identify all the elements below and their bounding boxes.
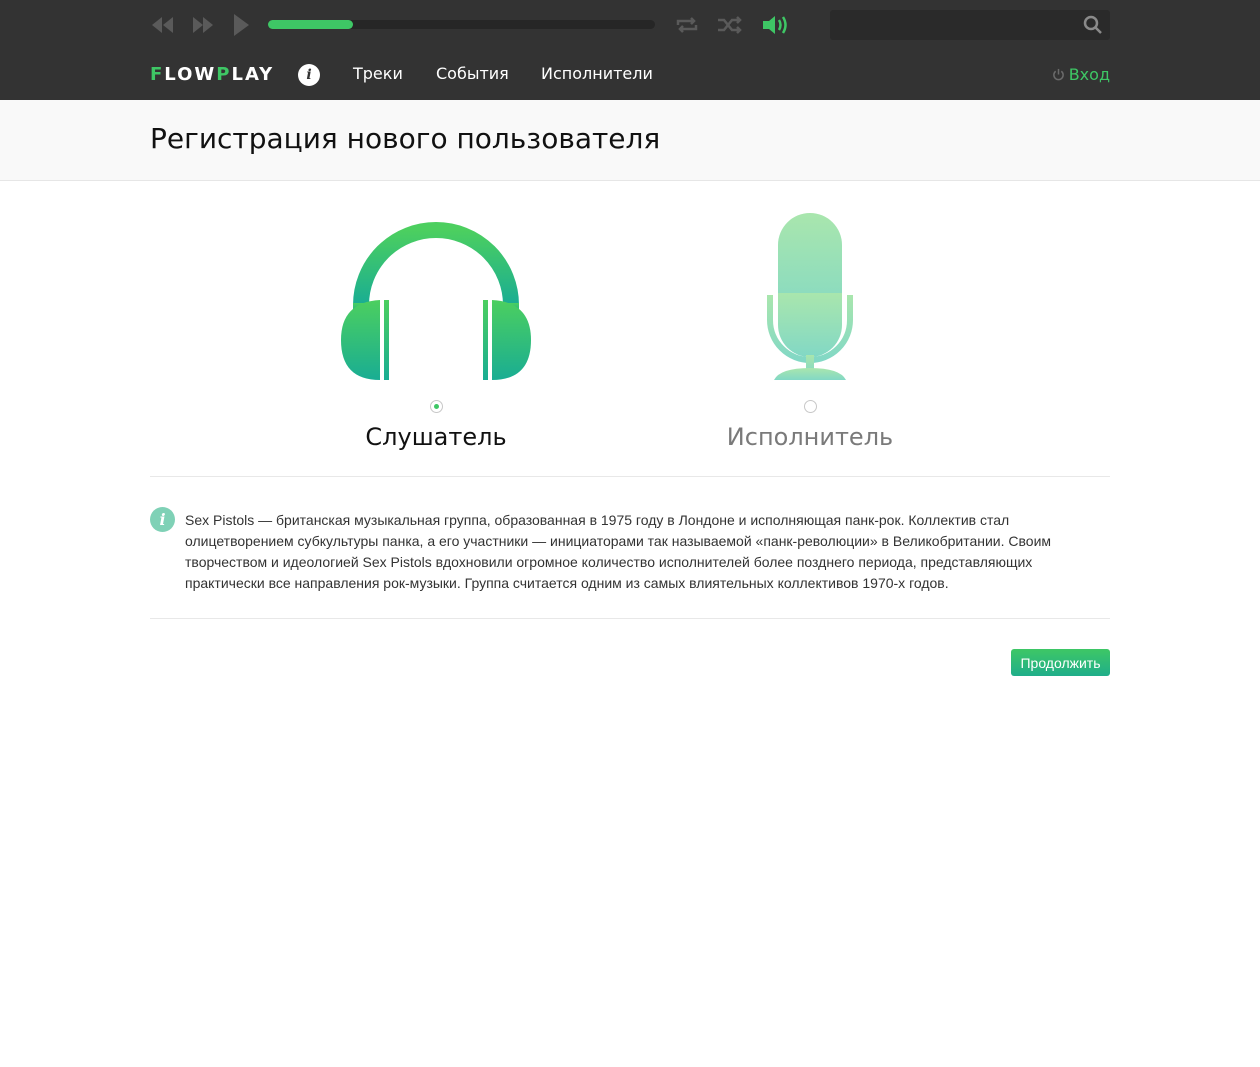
microphone-icon <box>767 213 853 380</box>
page-title: Регистрация нового пользователя <box>150 122 661 155</box>
logo[interactable]: FLOWPLAY <box>150 64 274 85</box>
role-label-listener: Слушатель <box>365 423 507 451</box>
continue-button[interactable]: Продолжить <box>1011 649 1110 676</box>
info-icon: i <box>150 507 175 532</box>
info-icon[interactable]: i <box>298 64 320 86</box>
role-label-artist: Исполнитель <box>726 423 894 451</box>
fast-forward-icon[interactable] <box>190 12 216 38</box>
login-label: Вход <box>1068 65 1110 84</box>
title-band: Регистрация нового пользователя <box>0 100 1260 181</box>
nav-link-events[interactable]: События <box>436 64 509 83</box>
top-bar: FLOWPLAY i Треки События Исполнители Вхо… <box>0 0 1260 100</box>
repeat-icon[interactable] <box>674 12 700 38</box>
radio-artist[interactable] <box>804 400 817 413</box>
search-input[interactable] <box>830 10 1110 40</box>
main-nav: FLOWPLAY i Треки События Исполнители Вхо… <box>150 50 1110 100</box>
divider <box>150 476 1110 477</box>
role-option-artist[interactable]: Исполнитель <box>680 205 940 451</box>
role-option-listener[interactable]: Слушатель <box>306 205 566 451</box>
nav-link-tracks[interactable]: Треки <box>353 64 403 83</box>
progress-bar[interactable] <box>268 20 655 29</box>
power-icon <box>1052 68 1064 81</box>
volume-icon[interactable] <box>761 12 791 38</box>
player-controls <box>150 0 1110 50</box>
radio-listener[interactable] <box>430 400 443 413</box>
info-text: Sex Pistols — британская музыкальная гру… <box>185 512 1052 591</box>
nav-link-artists[interactable]: Исполнители <box>541 64 653 83</box>
rewind-icon[interactable] <box>150 12 176 38</box>
divider <box>150 618 1110 619</box>
play-icon[interactable] <box>230 12 256 38</box>
login-link[interactable]: Вход <box>1052 65 1110 84</box>
shuffle-icon[interactable] <box>716 12 742 38</box>
search-icon[interactable] <box>1083 15 1103 35</box>
progress-fill <box>268 20 354 29</box>
headphones-icon <box>341 222 531 380</box>
